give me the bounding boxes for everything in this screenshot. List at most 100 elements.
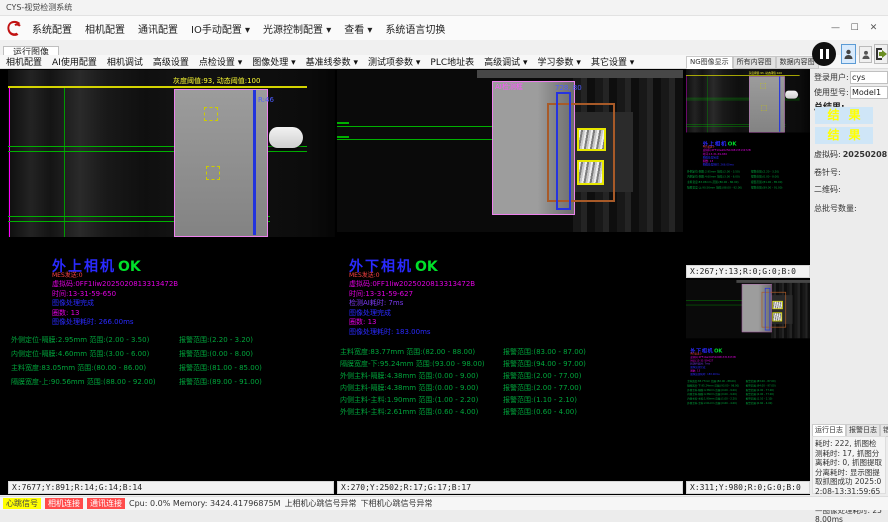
- comm-connect-badge: 通讯连接: [87, 498, 125, 509]
- blue-edge-line: [253, 90, 256, 235]
- capture-time: 时间:13-31-59-627: [349, 290, 475, 300]
- qr-code-label: 二维码:: [814, 184, 841, 195]
- menu-item-view[interactable]: 查看 ▾: [344, 21, 372, 36]
- preview-image: 灰度阈值:93, 动态阈值:100: [686, 69, 810, 132]
- user-icon: [862, 50, 870, 60]
- measurement-row: 内侧主料-隔膜:4.38mm 范围:(0.00 - 9.00)报警范围:(2.0…: [340, 382, 680, 394]
- menu-item-language-switch[interactable]: 系统语言切换: [385, 21, 445, 36]
- measurement-row: 主料宽度:83.77mm 范围:(82.00 - 88.00)报警范围:(83.…: [340, 346, 680, 358]
- process-done: 图像处理完成: [52, 299, 178, 309]
- menu-item-comm-config[interactable]: 通讯配置: [138, 21, 178, 36]
- user-icon: [844, 49, 853, 60]
- tool-test-item-params[interactable]: 测试项参数 ▾: [368, 55, 420, 68]
- batch-count-label: 总批号数量:: [814, 203, 857, 214]
- close-icon[interactable]: ✕: [867, 23, 880, 33]
- camera-panel-upper: 灰度阈值:93, 动态阈值:100 R:46 外上相机OK MES发送:0 虚拟…: [8, 70, 335, 480]
- capture-time: 时间:13-31-59-650: [52, 290, 178, 300]
- tab-all-content-image[interactable]: 所有内容图: [733, 56, 776, 69]
- result-box-upper: 结果: [815, 107, 873, 124]
- camera-status-ok: OK: [118, 259, 141, 275]
- menu-item-light-control-config[interactable]: 光源控制配置 ▾: [263, 21, 331, 36]
- menu-bar: 系统配置 相机配置 通讯配置 IO手动配置 ▾ 光源控制配置 ▾ 查看 ▾ 系统…: [0, 16, 888, 41]
- green-tick: [337, 122, 349, 124]
- tool-plc-address-table[interactable]: PLC地址表: [430, 55, 474, 68]
- maximize-icon[interactable]: ☐: [848, 23, 861, 33]
- camera-image-upper[interactable]: 灰度阈值:93, 动态阈值:100 R:46: [8, 70, 335, 237]
- window-title: CYS-视觉检测系统: [6, 3, 72, 12]
- model-value: Model1: [850, 86, 888, 99]
- tool-image-processing[interactable]: 图像处理 ▾: [252, 55, 295, 68]
- machine-top-band: [477, 70, 683, 78]
- preview-tabs: NG图像显示 所有内容图 数据内容图: [686, 56, 810, 69]
- cpu-memory-readout: Cpu: 0.0% Memory: 3424.41796875M: [129, 499, 281, 508]
- magenta-edge-line: [9, 88, 10, 237]
- measurement-row: 内侧定位-隔膜:4.60mm 范围:(3.00 - 6.00)报警范围:(0.0…: [11, 347, 333, 361]
- tool-advanced-settings[interactable]: 高级设置: [153, 55, 189, 68]
- model-label: 使用型号:: [814, 87, 850, 98]
- exit-door-icon: [875, 47, 887, 61]
- tool-spotcheck-settings[interactable]: 点检设置 ▾: [199, 55, 242, 68]
- blue-roi-label: 728, 80: [555, 84, 582, 92]
- minimize-icon[interactable]: —: [829, 23, 842, 33]
- menu-item-system-config[interactable]: 系统配置: [32, 21, 72, 36]
- camera-image-lower[interactable]: AI检测框 728, 80: [337, 70, 683, 232]
- user-login-button[interactable]: [841, 44, 856, 64]
- turns-count: 圈数: 13: [52, 309, 178, 319]
- measurement-row: 内侧主料-主料:1.90mm 范围:(1.00 - 2.20)报警范围:(1.1…: [340, 394, 680, 406]
- detect-marker-box: [204, 107, 218, 121]
- exit-button[interactable]: [874, 44, 888, 64]
- weld-detect-box: [577, 128, 606, 151]
- measurement-row: 隔膜宽度-下:95.24mm 范围:(93.00 - 98.00)报警范围:(9…: [340, 358, 680, 370]
- tool-baseline-params[interactable]: 基准线参数 ▾: [306, 55, 358, 68]
- detect-marker-box: [206, 166, 220, 180]
- preview-upper-coord-readout: X:267;Y:13;R:0;G:0;B:0: [686, 265, 810, 278]
- login-user-value: cys: [850, 71, 888, 84]
- weld-detect-box: [577, 160, 604, 185]
- preview-lower-camera[interactable]: 外下相机OK MES发送:0 虚拟码:0FF1Iiw20250208133134…: [686, 280, 810, 480]
- measurement-row: 外侧主料-隔膜:4.38mm 范围:(0.00 - 9.00)报警范围:(2.0…: [340, 370, 680, 382]
- camera-connect-badge: 相机连接: [45, 498, 83, 509]
- dark-machine-region: [307, 70, 335, 237]
- pixel-coord-readout-upper: X:7677;Y:891;R:14;G:14;B:14: [8, 481, 334, 494]
- heartbeat-badge: 心跳信号: [3, 498, 41, 509]
- log-text[interactable]: 耗时: 222, 抓图检测耗时: 17, 抓图分离耗时: 0, 抓图提取分离耗时…: [812, 436, 886, 494]
- measurement-row: 隔膜宽度-上:90.56mm 范围:(88.00 - 92.00)报警范围:(8…: [11, 375, 333, 389]
- tab-ng-image-display[interactable]: NG图像显示: [686, 56, 733, 69]
- tool-learning-params[interactable]: 学习参数 ▾: [538, 55, 581, 68]
- pause-button[interactable]: [812, 42, 836, 66]
- virtual-code: 虚拟码:0FF1Iiw2025020813313472B: [349, 280, 475, 290]
- upper-camera-heartbeat-msg: 上相机心跳信号异常: [285, 498, 357, 509]
- measurement-row: 主料宽度:83.05mm 范围:(80.00 - 86.00)报警范围:(81.…: [11, 361, 333, 375]
- pause-icon: [820, 49, 823, 59]
- blue-roi-box: [556, 92, 571, 210]
- preview-upper-camera[interactable]: 灰度阈值:93, 动态阈值:100 外上相机OK MES发送:0 虚拟码:0FF…: [686, 69, 810, 264]
- turns-count: 圈数: 13: [349, 318, 475, 328]
- process-elapsed: 图像处理耗时: 266.00ms: [52, 318, 178, 328]
- tool-camera-config[interactable]: 相机配置: [6, 55, 42, 68]
- green-tick: [337, 136, 349, 138]
- preview-lower-coord-readout: X:311;Y:980;R:0;G:0;B:0: [686, 481, 810, 494]
- vcode-value: 20250208: [843, 150, 888, 159]
- mes-status: MES发送:0: [52, 272, 83, 279]
- threshold-overlay-label: 灰度阈值:93, 动态阈值:100: [173, 77, 260, 85]
- camera-panel-lower: AI检测框 728, 80 外下相机OK MES发送:0 虚拟码:0FF1Iiw…: [337, 70, 683, 480]
- marker-overlay-label: R:46: [258, 96, 274, 104]
- app-logo-icon: [4, 18, 24, 38]
- status-bar: 心跳信号 相机连接 通讯连接 Cpu: 0.0% Memory: 3424.41…: [0, 496, 888, 510]
- tool-camera-debug[interactable]: 相机调试: [107, 55, 143, 68]
- menu-item-camera-config[interactable]: 相机配置: [85, 21, 125, 36]
- tool-other-settings[interactable]: 其它设置 ▾: [591, 55, 634, 68]
- menu-item-io-manual-config[interactable]: IO手动配置 ▾: [191, 21, 250, 36]
- result-box-lower: 结果: [815, 127, 873, 144]
- tape-object: [269, 127, 303, 148]
- yellow-reference-line: [8, 86, 335, 88]
- measurement-row: 外侧主料-主料:2.61mm 范围:(0.60 - 4.00)报警范围:(0.6…: [340, 406, 680, 418]
- user-switch-button[interactable]: [859, 46, 872, 63]
- camera-status-ok: OK: [415, 259, 438, 275]
- measurement-row: 外侧定位-隔膜:2.95mm 范围:(2.00 - 3.50)报警范围:(2.2…: [11, 333, 333, 347]
- tool-advanced-debug[interactable]: 高级调试 ▾: [484, 55, 527, 68]
- mes-status: MES发送:0: [349, 272, 380, 279]
- tool-ai-usage-config[interactable]: AI使用配置: [52, 55, 97, 68]
- app-window: CYS-视觉检测系统 系统配置 相机配置 通讯配置 IO手动配置 ▾ 光源控制配…: [0, 0, 888, 522]
- process-elapsed: 图像处理耗时: 183.00ms: [349, 328, 475, 338]
